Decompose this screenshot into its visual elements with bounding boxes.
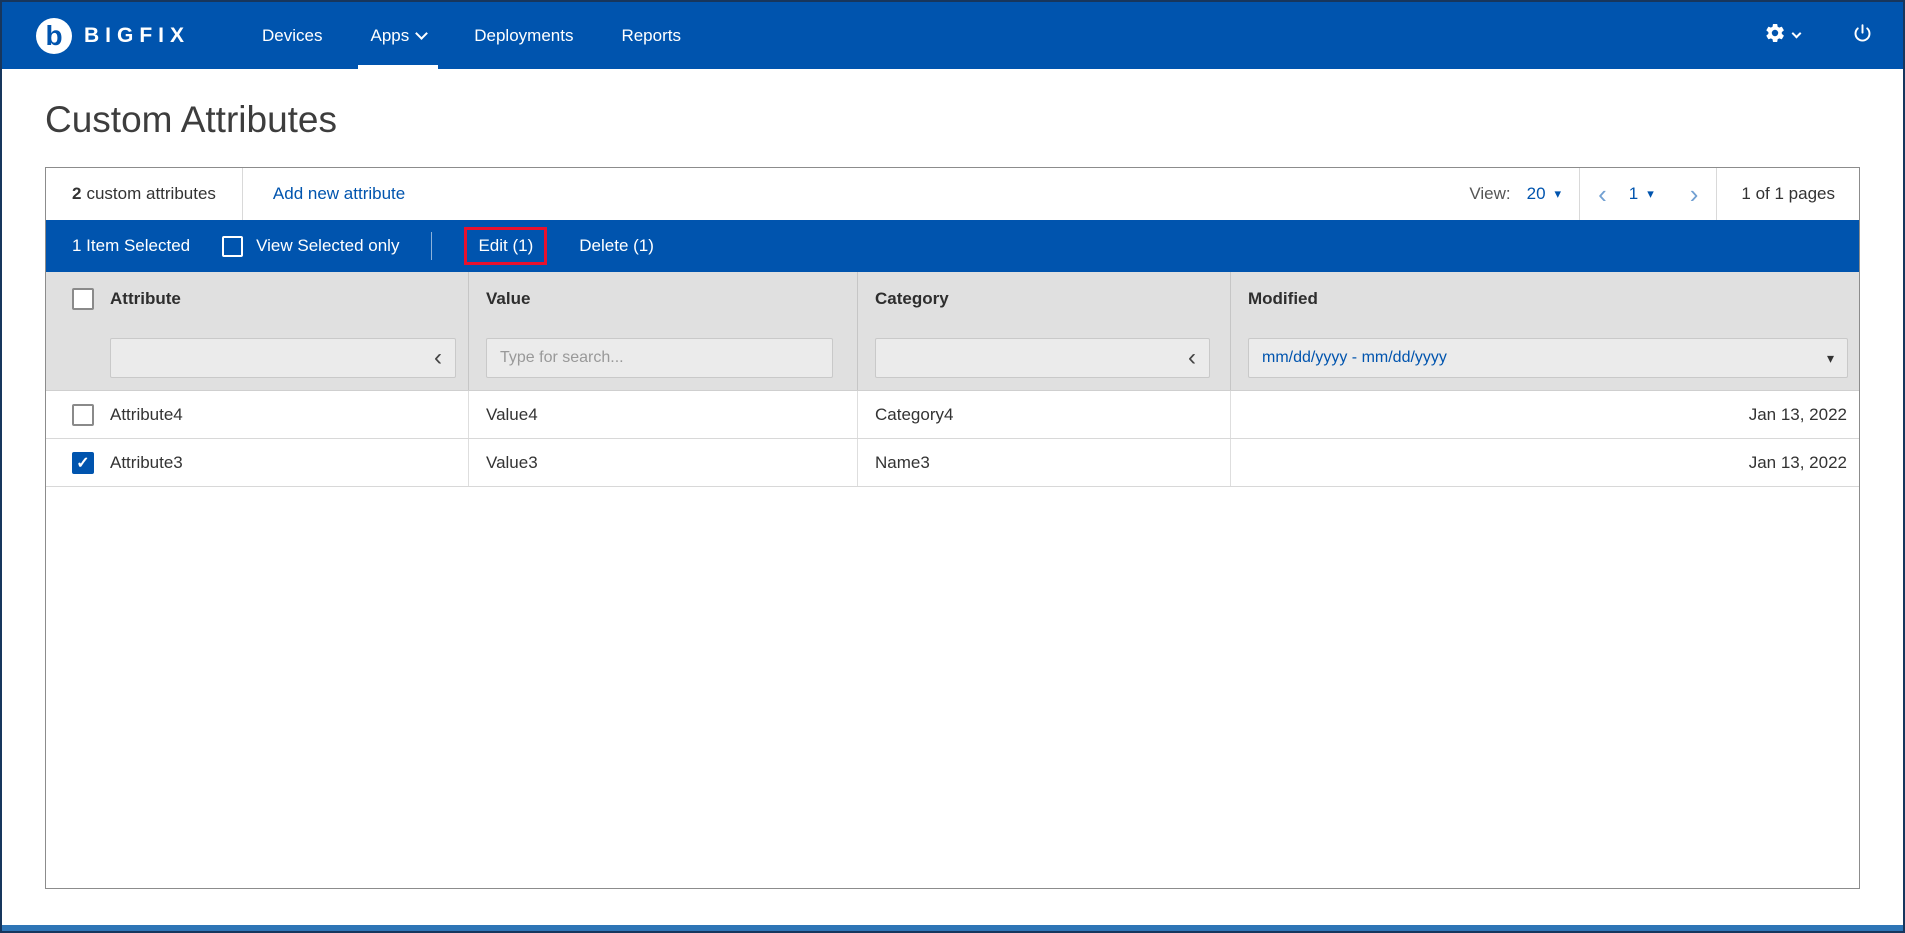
attribute-count: 2 custom attributes [46, 184, 242, 204]
chevron-left-icon: ‹ [434, 346, 442, 370]
edit-highlight-annotation: Edit (1) [464, 227, 547, 265]
table-header: Attribute Value Category Modified ‹ ‹ [46, 272, 1859, 391]
column-header-modified: Modified [1231, 272, 1859, 326]
items-selected-label: 1 Item Selected [72, 236, 190, 256]
brand: b BIGFIX [36, 2, 190, 69]
row-modified: Jan 13, 2022 [1231, 439, 1859, 486]
settings-button[interactable] [1764, 22, 1800, 49]
row-checkbox[interactable] [72, 404, 94, 426]
table-row[interactable]: Attribute4 Value4 Category4 Jan 13, 2022 [46, 391, 1859, 439]
row-checkbox-cell [46, 439, 110, 486]
filter-cell-attribute: ‹ [110, 326, 469, 390]
delete-button[interactable]: Delete (1) [579, 236, 654, 256]
logout-button[interactable] [1852, 23, 1873, 49]
table-toolbar: 2 custom attributes Add new attribute Vie… [46, 168, 1859, 220]
modified-date-range-picker[interactable]: mm/dd/yyyy - mm/dd/yyyy ▾ [1248, 338, 1848, 378]
row-modified: Jan 13, 2022 [1231, 391, 1859, 438]
nav-label: Devices [262, 26, 322, 46]
view-selected-only-label: View Selected only [256, 236, 399, 256]
selection-action-bar: 1 Item Selected View Selected only Edit … [46, 220, 1859, 272]
page-content: Custom Attributes 2 custom attributes Add… [2, 99, 1903, 889]
value-search-input[interactable] [486, 338, 833, 378]
main-nav: Devices Apps Deployments Reports [238, 2, 705, 69]
row-category: Name3 [858, 439, 1231, 486]
table-row[interactable]: Attribute3 Value3 Name3 Jan 13, 2022 [46, 439, 1859, 487]
nav-item-reports[interactable]: Reports [597, 2, 705, 69]
gear-icon [1764, 22, 1786, 49]
window-bottom-border [2, 925, 1903, 931]
page-number-dropdown[interactable]: 1 ▾ [1625, 184, 1672, 204]
attribute-count-label: custom attributes [86, 184, 215, 203]
filter-cell-category: ‹ [858, 326, 1231, 390]
top-navigation-bar: b BIGFIX Devices Apps Deployments Report… [2, 2, 1903, 69]
view-selected-only-checkbox[interactable] [222, 236, 243, 257]
filter-cell-value [469, 326, 858, 390]
row-attribute: Attribute3 [110, 439, 469, 486]
nav-label: Apps [370, 26, 409, 46]
pages-info: 1 of 1 pages [1717, 184, 1859, 204]
nav-item-devices[interactable]: Devices [238, 2, 346, 69]
select-all-cell [46, 272, 110, 326]
row-checkbox-cell [46, 391, 110, 438]
select-all-checkbox[interactable] [72, 288, 94, 310]
divider [431, 232, 432, 260]
edit-button[interactable]: Edit (1) [478, 236, 533, 255]
add-new-attribute-link[interactable]: Add new attribute [243, 184, 435, 204]
row-attribute: Attribute4 [110, 391, 469, 438]
category-filter-combobox[interactable]: ‹ [875, 338, 1210, 378]
attribute-count-number: 2 [72, 184, 81, 203]
page-size-dropdown[interactable]: 20 ▾ [1523, 184, 1579, 204]
row-checkbox[interactable] [72, 452, 94, 474]
row-category: Category4 [858, 391, 1231, 438]
column-header-category: Category [858, 272, 1231, 326]
column-header-attribute: Attribute [110, 272, 469, 326]
custom-attributes-panel: 2 custom attributes Add new attribute Vie… [45, 167, 1860, 889]
chevron-left-icon: ‹ [1188, 346, 1196, 370]
column-header-value: Value [469, 272, 858, 326]
nav-label: Deployments [474, 26, 573, 46]
caret-down-icon: ▾ [1647, 186, 1654, 202]
previous-page-button[interactable]: ‹ [1580, 181, 1625, 207]
next-page-button[interactable]: › [1672, 181, 1717, 207]
bigfix-logo-icon: b [36, 18, 72, 54]
nav-item-apps[interactable]: Apps [346, 2, 450, 69]
nav-label: Reports [621, 26, 681, 46]
view-label: View: [1469, 184, 1510, 204]
brand-name: BIGFIX [84, 24, 190, 48]
attribute-filter-combobox[interactable]: ‹ [110, 338, 456, 378]
filter-spacer-cell [46, 326, 110, 390]
page-size-value: 20 [1527, 184, 1546, 204]
page-title: Custom Attributes [45, 99, 1860, 141]
page-number-value: 1 [1629, 184, 1638, 204]
nav-item-deployments[interactable]: Deployments [450, 2, 597, 69]
date-range-placeholder: mm/dd/yyyy - mm/dd/yyyy [1262, 349, 1447, 367]
filter-cell-modified: mm/dd/yyyy - mm/dd/yyyy ▾ [1231, 326, 1859, 390]
caret-down-icon: ▾ [1555, 186, 1562, 202]
empty-table-area [46, 487, 1859, 888]
power-icon [1852, 23, 1873, 49]
chevron-down-icon [1792, 29, 1802, 39]
row-value: Value4 [469, 391, 858, 438]
row-value: Value3 [469, 439, 858, 486]
caret-down-icon: ▾ [1827, 350, 1834, 367]
chevron-down-icon [415, 27, 428, 40]
